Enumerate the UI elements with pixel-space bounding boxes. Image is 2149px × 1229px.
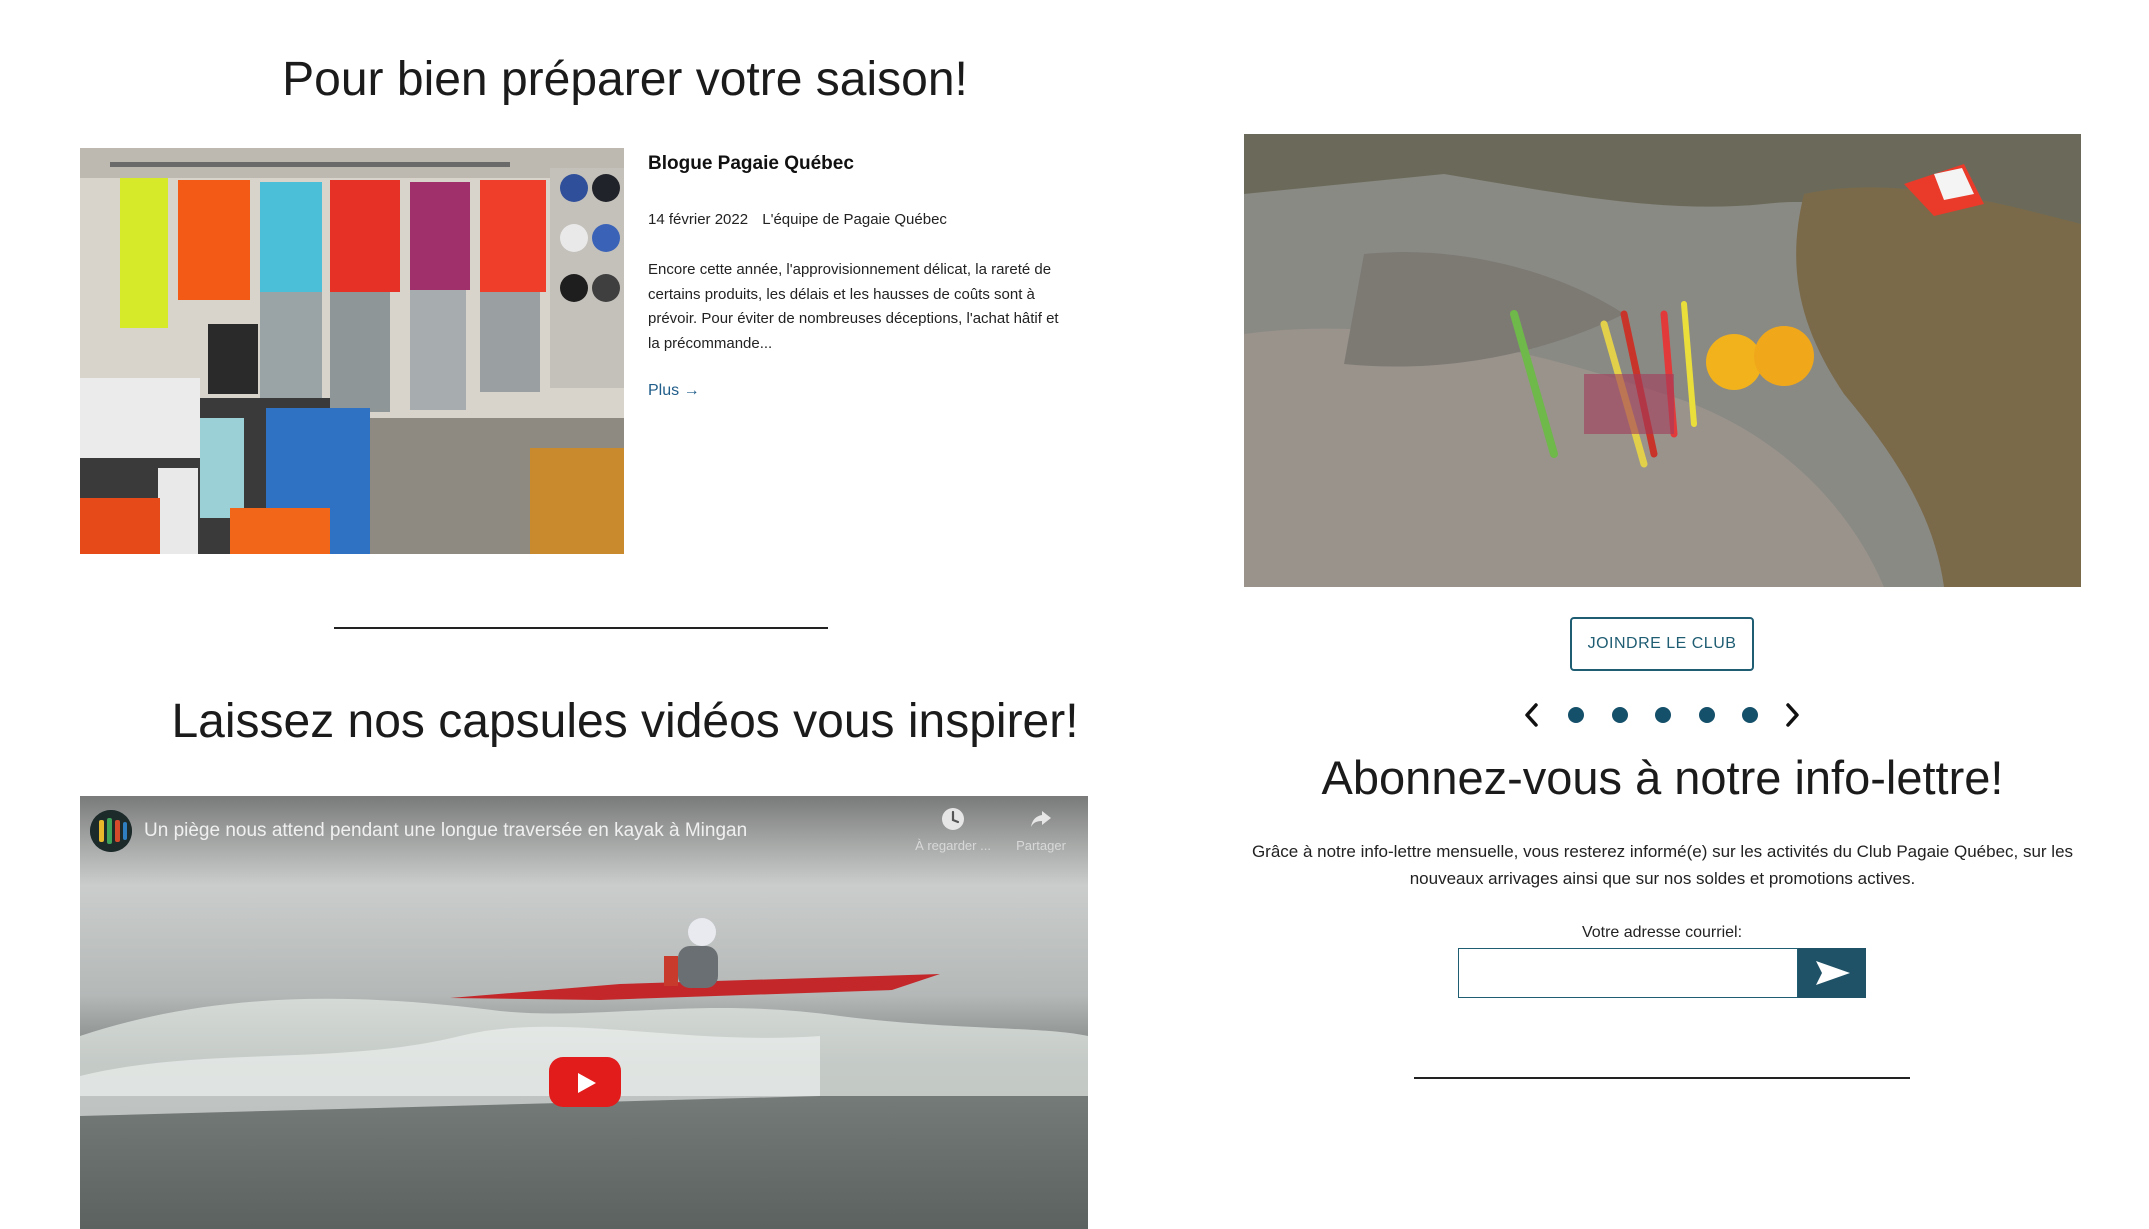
blog-section-heading: Pour bien préparer votre saison!: [282, 53, 968, 106]
blog-post-meta: 14 février 2022 L'équipe de Pagaie Québe…: [648, 211, 947, 228]
carousel-dot-2[interactable]: [1612, 707, 1628, 723]
blog-read-more-link[interactable]: Plus →: [648, 382, 700, 400]
carousel-prev-button[interactable]: [1520, 700, 1544, 730]
watch-later-button[interactable]: À regarder ...: [908, 806, 998, 853]
video-player[interactable]: Un piège nous attend pendant une longue …: [80, 796, 1088, 1229]
channel-avatar[interactable]: [90, 810, 132, 852]
club-aerial-photo: [1244, 134, 2081, 587]
section-divider: [334, 627, 828, 629]
blog-post-image[interactable]: [80, 148, 624, 554]
video-title[interactable]: Un piège nous attend pendant une longue …: [144, 820, 747, 842]
join-club-button[interactable]: JOINDRE LE CLUB: [1570, 617, 1754, 671]
aerial-camp-photo: [1244, 134, 2081, 587]
chevron-right-icon: [1786, 703, 1799, 727]
carousel-dot-4[interactable]: [1699, 707, 1715, 723]
carousel-dot-5[interactable]: [1742, 707, 1758, 723]
chevron-left-icon: [1525, 703, 1538, 727]
share-button[interactable]: Partager: [996, 806, 1086, 853]
newsletter-heading: Abonnez-vous à notre info-lettre!: [1321, 751, 2004, 804]
youtube-play-button[interactable]: [549, 1057, 621, 1107]
watch-later-label: À regarder ...: [915, 838, 991, 853]
newsletter-description: Grâce à notre info-lettre mensuelle, vou…: [1251, 842, 2074, 888]
carousel-next-button[interactable]: [1780, 700, 1804, 730]
carousel-dot-1[interactable]: [1568, 707, 1584, 723]
video-section-heading: Laissez nos capsules vidéos vous inspire…: [171, 695, 1079, 748]
blog-post-title[interactable]: Blogue Pagaie Québec: [648, 153, 854, 175]
share-arrow-icon: [1031, 811, 1051, 827]
section-divider: [1414, 1077, 1910, 1079]
email-field[interactable]: [1458, 948, 1798, 998]
clock-icon: [942, 808, 964, 830]
shop-gear-photo: [80, 148, 624, 554]
send-arrow-icon: [1816, 961, 1850, 985]
share-label: Partager: [1016, 838, 1066, 853]
blog-post-author: L'équipe de Pagaie Québec: [762, 211, 947, 228]
email-label: Votre adresse courriel:: [1581, 924, 1743, 941]
channel-logo-icon: [90, 810, 132, 852]
newsletter-submit-button[interactable]: [1798, 948, 1866, 998]
blog-post-date: 14 février 2022: [648, 211, 749, 228]
blog-post-excerpt: Encore cette année, l'approvisionnement …: [648, 261, 1059, 352]
carousel-dot-3[interactable]: [1655, 707, 1671, 723]
